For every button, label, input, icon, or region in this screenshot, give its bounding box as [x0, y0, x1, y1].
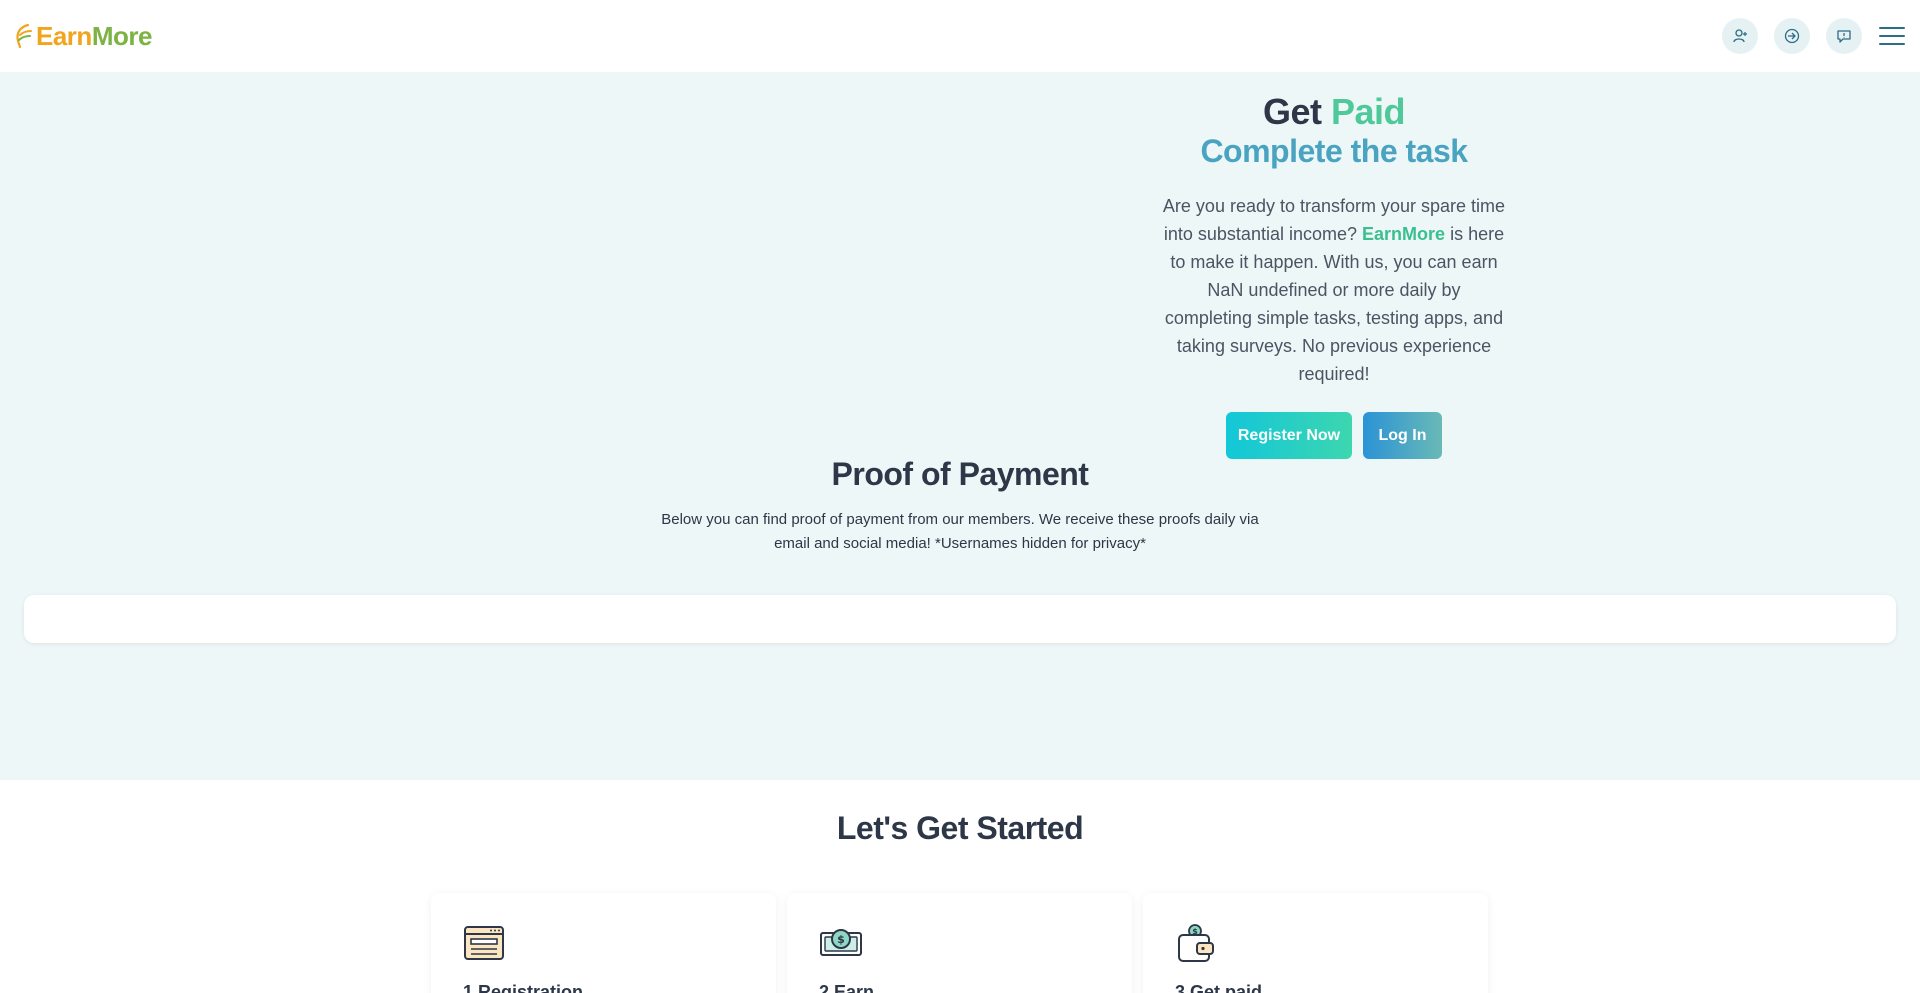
hero-desc-part2: is here to make it happen. With us, you …	[1164, 224, 1505, 384]
login-icon	[1784, 28, 1800, 44]
support-chat-button[interactable]	[1826, 18, 1862, 54]
steps-list: 1.Registration $ 2.Earn $ 3.Get paid	[431, 893, 1488, 993]
hero-title: Get Paid	[1162, 92, 1506, 132]
hero-buttons: Register Now Log In	[1162, 412, 1506, 459]
proof-of-payment-description: Below you can find proof of payment from…	[661, 511, 1259, 552]
step-label: 3.Get paid	[1175, 982, 1263, 993]
money-cash-icon: $	[820, 929, 862, 956]
login-button-icon[interactable]	[1774, 18, 1810, 54]
lets-get-started-title: Let's Get Started	[836, 810, 1084, 846]
chat-icon	[1837, 30, 1851, 43]
step-card-get-paid: $ 3.Get paid	[1143, 893, 1488, 993]
step-card-earn: $ 2.Earn	[787, 893, 1132, 993]
logo-more: More	[91, 20, 153, 51]
hero-section: Get Paid Complete the task Are you ready…	[0, 72, 1920, 780]
hero-desc-brand: EarnMore	[1362, 224, 1446, 244]
site-header: EarnMore	[0, 0, 1920, 72]
menu-button[interactable]	[1878, 22, 1906, 50]
proof-of-payment-title: Proof of Payment	[831, 456, 1089, 492]
hero-title-accent: Paid	[1331, 91, 1406, 132]
hero-description: Are you ready to transform your spare ti…	[1162, 192, 1506, 388]
svg-text:$: $	[837, 933, 845, 946]
step-label: 1.Registration	[463, 982, 584, 993]
step-label: 2.Earn	[819, 982, 875, 993]
hamburger-menu-icon	[1879, 27, 1905, 45]
logo-leaf-icon	[16, 23, 32, 49]
hero-subtitle: Complete the task	[1200, 133, 1468, 169]
logo[interactable]: EarnMore	[14, 21, 152, 52]
header-actions	[1722, 18, 1906, 54]
step-card-registration: 1.Registration	[431, 893, 776, 993]
wallet-icon: $	[1178, 924, 1214, 962]
log-in-button[interactable]: Log In	[1363, 412, 1442, 459]
hero-title-plain: Get	[1262, 91, 1322, 132]
register-now-button[interactable]: Register Now	[1226, 412, 1352, 459]
user-add-icon	[1733, 29, 1747, 43]
register-user-button[interactable]	[1722, 18, 1758, 54]
registration-form-icon	[464, 926, 504, 960]
proof-of-payment-carousel[interactable]	[24, 595, 1896, 643]
logo-earn: Earn	[36, 20, 92, 51]
logo-text: EarnMore	[36, 21, 152, 52]
hero-text-block: Get Paid Complete the task Are you ready…	[1162, 92, 1506, 459]
